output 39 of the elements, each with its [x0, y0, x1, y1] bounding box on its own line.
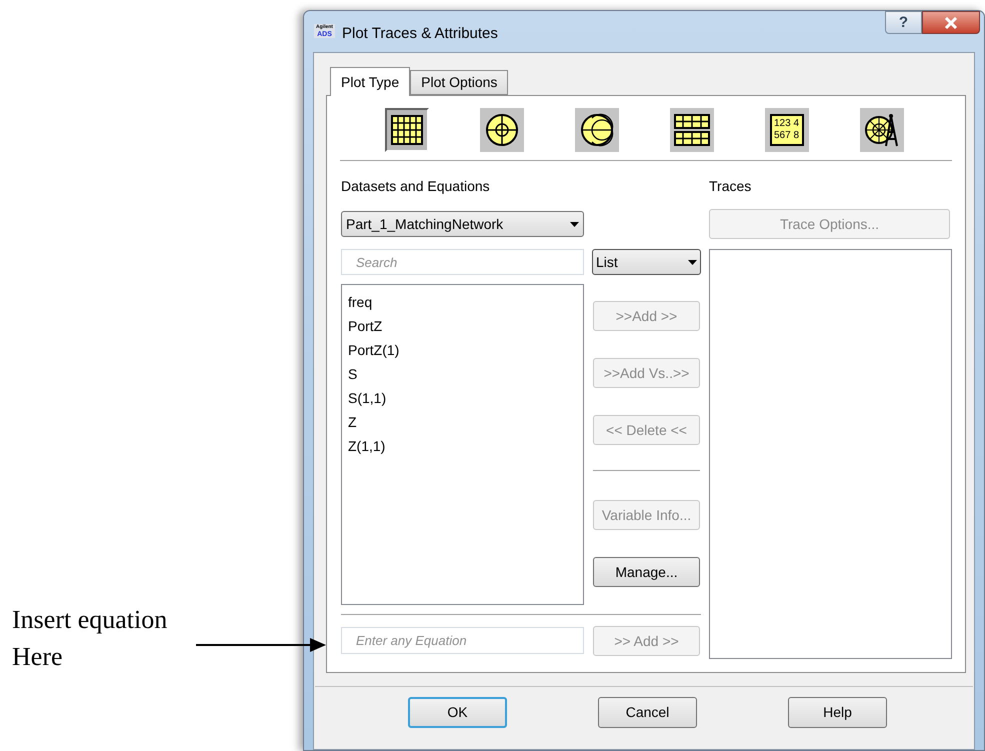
list-item[interactable]: PortZ: [348, 314, 577, 338]
dialog-button[interactable]: Help: [788, 697, 887, 728]
equation-field[interactable]: Enter any Equation: [341, 627, 584, 654]
plot-type-button[interactable]: 123 4 567 8: [764, 108, 808, 152]
list-item[interactable]: S: [348, 362, 577, 386]
stacked-grid-icon: [674, 114, 710, 146]
antenna-chart-icon: [864, 112, 900, 148]
list-item[interactable]: Z(1,1): [348, 434, 577, 458]
list-item[interactable]: S(1,1): [348, 386, 577, 410]
caret-icon: [570, 222, 579, 226]
list-item[interactable]: Z: [348, 410, 577, 434]
window-title: Plot Traces & Attributes: [342, 24, 498, 44]
plot-type-button[interactable]: [574, 108, 618, 152]
plot-type-button[interactable]: [860, 108, 904, 152]
plot-type-button[interactable]: [670, 108, 714, 152]
icon-digits: 123 4: [774, 118, 800, 130]
search-field[interactable]: Search: [341, 249, 584, 275]
plot-type-button[interactable]: [480, 108, 524, 152]
close-icon: [944, 16, 958, 28]
tab[interactable]: Plot Options: [410, 70, 508, 95]
section-label: Traces: [709, 178, 752, 194]
help-button[interactable]: ?: [885, 11, 922, 34]
icon-digits: 567 8: [774, 130, 800, 142]
caret-icon: [688, 260, 697, 264]
list-item[interactable]: freq: [348, 290, 577, 314]
plot-type-button[interactable]: [384, 108, 428, 152]
section-label: Datasets and Equations: [341, 178, 491, 194]
polar-chart-icon: [484, 113, 518, 147]
tab[interactable]: Plot Type: [330, 67, 410, 96]
grid-chart-icon: [390, 115, 422, 145]
dialog-button[interactable]: Cancel: [598, 697, 697, 728]
close-button[interactable]: [922, 11, 980, 34]
view-dropdown[interactable]: List: [592, 249, 701, 275]
dialog-button[interactable]: OK: [408, 697, 507, 728]
action-button[interactable]: Manage...: [593, 557, 700, 587]
annotation-text: Insert equation Here: [12, 604, 168, 673]
smith-chart-icon: [580, 113, 614, 147]
list-item[interactable]: PortZ(1): [348, 338, 577, 362]
dataset-dropdown[interactable]: Part_1_MatchingNetwork: [341, 211, 584, 237]
